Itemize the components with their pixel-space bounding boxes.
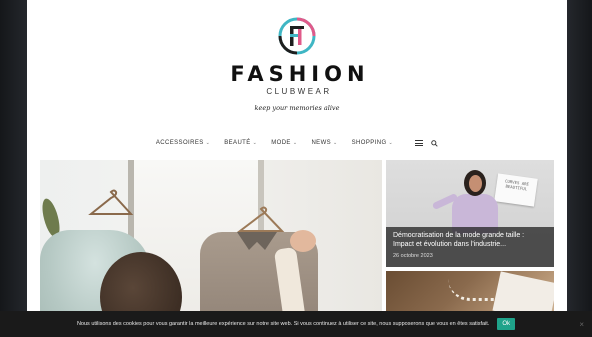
right-backdrop [567,0,592,337]
post-title[interactable]: Démocratisation de la mode grande taille… [393,231,547,249]
main-nav: ACCESSOIRES ⌄ BEAUTÉ ⌄ MODE ⌄ NEWS ⌄ SHO… [27,138,567,148]
hamburger-menu-icon[interactable] [415,140,424,146]
chevron-down-icon: ⌄ [205,140,211,146]
hanger-icon [88,189,134,215]
nav-item-shopping[interactable]: SHOPPING ⌄ [352,140,393,146]
chevron-down-icon: ⌄ [292,140,298,146]
chevron-down-icon: ⌄ [388,140,394,146]
nav-tools [415,139,438,147]
close-icon[interactable]: × [579,320,584,329]
hand-figure [290,230,316,252]
chevron-down-icon: ⌄ [252,140,258,146]
site-page: FASHION CLUBWEAR keep your memories aliv… [27,0,567,337]
site-header: FASHION CLUBWEAR keep your memories aliv… [27,16,567,112]
brand-title[interactable]: FASHION [27,62,567,86]
nav-label: SHOPPING [351,140,387,146]
chevron-down-icon: ⌄ [333,140,338,146]
brand-tagline: keep your memories alive [254,104,340,112]
nav-item-beaute[interactable]: BEAUTÉ ⌄ [224,140,257,146]
nav-label: ACCESSOIRES [155,140,204,146]
nav-item-mode[interactable]: MODE ⌄ [271,140,297,146]
brand-subtitle: CLUBWEAR [266,87,332,96]
nav-label: BEAUTÉ [224,140,251,146]
search-icon[interactable] [431,139,438,147]
nav-item-news[interactable]: NEWS ⌄ [311,140,337,146]
post-card-overlay: Démocratisation de la mode grande taille… [386,227,554,267]
nav-item-accessoires[interactable]: ACCESSOIRES ⌄ [156,140,210,146]
cookie-ok-button[interactable]: Ok [497,318,516,330]
nav-label: MODE [271,140,291,146]
nav-label: NEWS [311,140,332,146]
person-figure [469,175,482,192]
hanger-icon [237,206,285,232]
post-card[interactable]: CURVES ARE BEAUTIFUL Démocratisation de … [386,160,554,267]
logo-icon[interactable] [277,16,317,56]
cookie-consent-bar: Nous utilisons des cookies pour vous gar… [0,311,592,337]
post-date: 26 octobre 2023 [393,253,433,259]
cookie-message: Nous utilisons des cookies pour vous gar… [76,321,490,327]
sign-prop: CURVES ARE BEAUTIFUL [494,173,538,207]
left-backdrop [0,0,27,337]
